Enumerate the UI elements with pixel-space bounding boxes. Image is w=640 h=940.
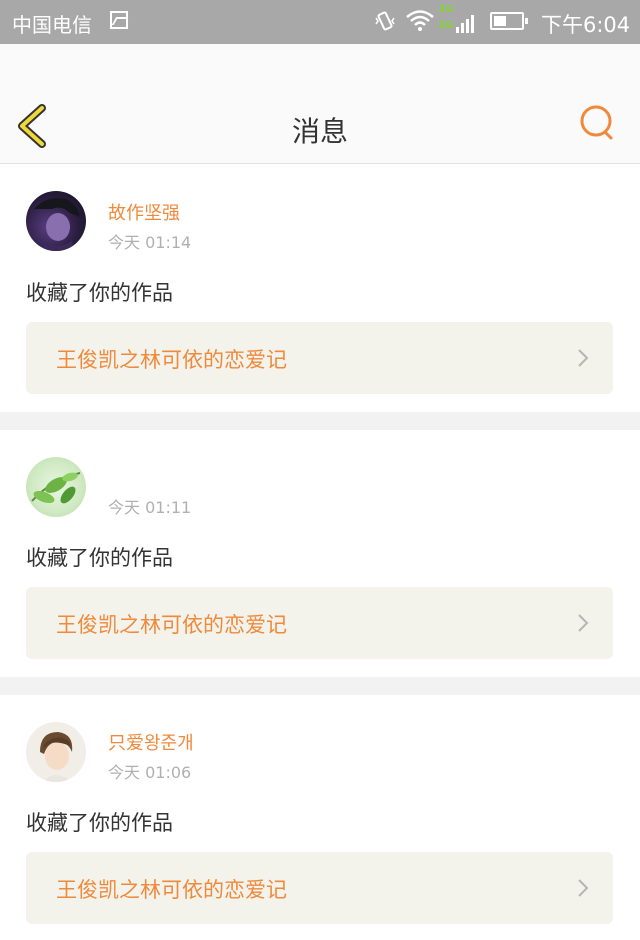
divider (0, 412, 640, 430)
avatar[interactable] (26, 457, 86, 517)
network-2g-label: 2G (438, 20, 454, 31)
work-link[interactable]: 王俊凯之林可依的恋爱记 (26, 322, 613, 394)
cellular-signal-icon: 3G 2G (438, 4, 478, 38)
message-time: 今天 01:06 (108, 763, 192, 782)
avatar[interactable] (26, 191, 86, 251)
avatar[interactable] (26, 722, 86, 782)
username[interactable]: 只爱왕준개 (108, 729, 194, 755)
username[interactable]: 故作坚强 (108, 199, 180, 225)
page-title: 消息 (291, 115, 348, 148)
work-title: 王俊凯之林可依的恋爱记 (56, 613, 287, 637)
wifi-icon (406, 10, 434, 31)
work-title: 王俊凯之林可依的恋爱记 (56, 348, 287, 372)
work-title: 王俊凯之林可依的恋爱记 (56, 878, 287, 902)
action-text: 收藏了你的作品 (26, 281, 173, 305)
work-link[interactable]: 王俊凯之林可依的恋爱记 (26, 852, 613, 924)
message-item: 只爱왕준개 今天 01:06 收藏了你的作品 王俊凯之林可依的恋爱记 (0, 695, 640, 940)
message-item: 故作坚强 今天 01:14 收藏了你的作品 王俊凯之林可依的恋爱记 (0, 165, 640, 412)
chevron-right-icon (578, 614, 589, 632)
battery-icon (490, 12, 528, 30)
vibrate-icon (375, 11, 395, 31)
search-icon[interactable] (578, 104, 616, 142)
message-time: 今天 01:11 (108, 498, 192, 517)
action-text: 收藏了你的作品 (26, 546, 173, 570)
status-bar: 中国电信 3G 2G 下午6:04 (0, 0, 640, 44)
work-link[interactable]: 王俊凯之林可依的恋爱记 (26, 587, 613, 659)
chevron-right-icon (578, 879, 589, 897)
carrier-label: 中国电信 (12, 13, 92, 37)
header-bar: 消息 (0, 44, 640, 164)
network-3g-label: 3G (438, 4, 454, 15)
image-notification-icon (110, 11, 128, 29)
message-time: 今天 01:14 (108, 233, 192, 252)
action-text: 收藏了你的作品 (26, 811, 173, 835)
chevron-right-icon (578, 349, 589, 367)
divider (0, 677, 640, 695)
status-time: 下午6:04 (541, 13, 631, 37)
message-item: 今天 01:11 收藏了你的作品 王俊凯之林可依的恋爱记 (0, 430, 640, 677)
